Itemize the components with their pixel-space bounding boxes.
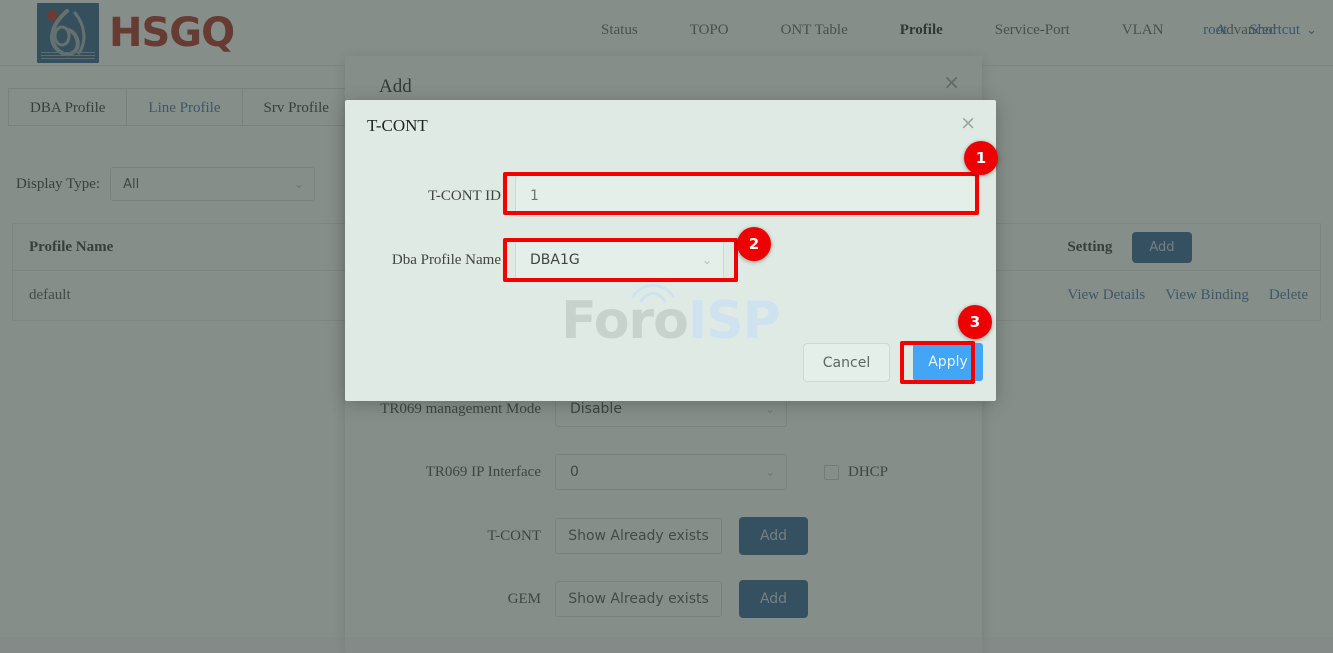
label-dba-profile-name: Dba Profile Name [391,251,501,268]
close-icon[interactable]: × [960,114,976,133]
dba-profile-name-select[interactable]: DBA1G ⌄ [515,240,724,280]
page-footer-strip [0,637,1333,653]
cancel-button[interactable]: Cancel [803,343,890,382]
apply-button[interactable]: Apply [913,343,983,381]
wifi-signal-icon [631,284,674,303]
tcont-dialog-title: T-CONT [367,116,428,135]
screen: HSGQ Status TOPO ONT Table Profile Servi… [0,0,1333,653]
label-tcont-id: T-CONT ID [428,187,501,204]
annotation-badge-1: 1 [964,141,998,175]
annotation-badge-2: 2 [737,227,771,261]
annotation-badge-3: 3 [958,305,992,339]
field-tcont-id: T-CONT ID 1 [369,175,976,217]
tcont-id-input[interactable]: 1 [515,175,976,217]
field-dba-profile-name: Dba Profile Name DBA1G ⌄ [369,240,724,280]
watermark-part-b: ISP [687,291,781,351]
chevron-down-icon: ⌄ [701,253,712,267]
tcont-dialog: T-CONT × ForoISP T-CONT ID 1 Dba Profile… [345,100,996,401]
dba-profile-name-value: DBA1G [530,252,580,268]
